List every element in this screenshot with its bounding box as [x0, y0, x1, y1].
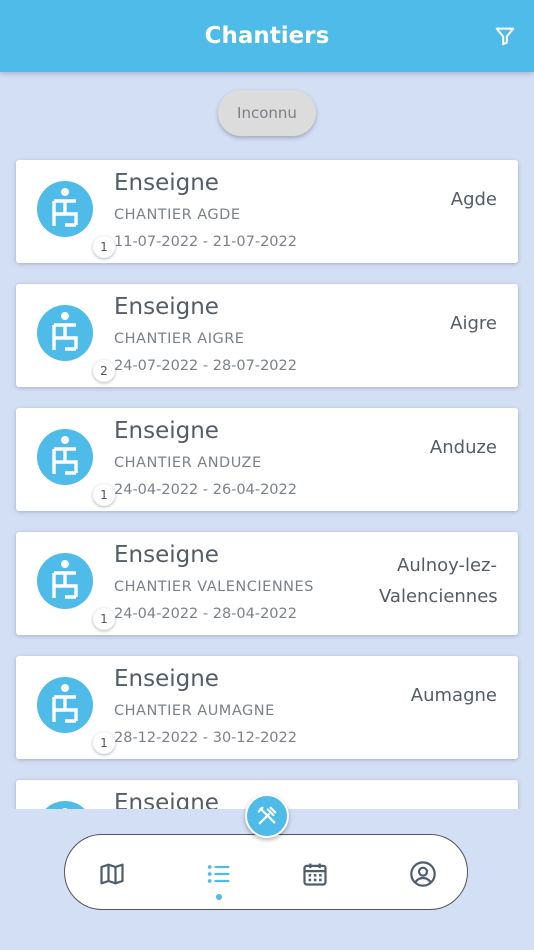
card-site-name: CHANTIER ANDUZE	[114, 455, 262, 471]
bottom-navigation	[64, 834, 468, 910]
list-icon[interactable]	[205, 860, 233, 888]
site-plan-icon	[52, 436, 78, 475]
filter-icon[interactable]	[494, 25, 516, 47]
chantier-card[interactable]: 2 Enseigne CHANTIER AIGRE 24-07-2022 - 2…	[16, 284, 518, 387]
site-count-badge: 1	[93, 732, 115, 754]
page-title: Chantiers	[204, 23, 330, 49]
card-site-name: CHANTIER VALENCIENNES	[114, 579, 314, 595]
card-city: Aumagne	[410, 685, 497, 706]
card-title: Enseigne	[114, 170, 219, 196]
card-title: Enseigne	[114, 790, 219, 809]
site-avatar	[37, 801, 93, 809]
site-plan-icon	[52, 560, 78, 599]
card-city: Anduze	[429, 437, 497, 458]
card-city: Aigre	[450, 313, 497, 334]
site-plan-icon	[52, 188, 78, 227]
card-dates: 24-04-2022 - 28-04-2022	[114, 606, 297, 622]
card-site-name: CHANTIER AIGRE	[114, 331, 245, 347]
chantier-card[interactable]: 1 Enseigne CHANTIER VALENCIENNES 24-04-2…	[16, 532, 518, 635]
card-dates: 24-07-2022 - 28-07-2022	[114, 358, 297, 374]
card-title: Enseigne	[114, 542, 219, 568]
site-avatar: 2	[37, 305, 115, 382]
site-avatar: 1	[37, 429, 115, 506]
site-avatar: 1	[37, 181, 115, 258]
card-city: Agde	[450, 189, 497, 210]
card-site-name: CHANTIER AGDE	[114, 207, 241, 223]
card-dates: 24-04-2022 - 26-04-2022	[114, 482, 297, 498]
calendar-icon[interactable]	[301, 860, 329, 888]
card-dates: 11-07-2022 - 21-07-2022	[114, 234, 297, 250]
site-count-badge: 1	[93, 484, 115, 506]
site-plan-icon	[52, 312, 78, 351]
chantier-card[interactable]: 1 Enseigne CHANTIER AUMAGNE 28-12-2022 -…	[16, 656, 518, 759]
card-site-name: CHANTIER AUMAGNE	[114, 703, 275, 719]
site-count-badge: 2	[93, 360, 115, 382]
site-avatar: 1	[37, 553, 115, 630]
app-header: Chantiers	[0, 0, 534, 72]
chantier-card[interactable]: 1 Enseigne CHANTIER AGDE 11-07-2022 - 21…	[16, 160, 518, 263]
card-title: Enseigne	[114, 294, 219, 320]
tools-button[interactable]	[245, 794, 289, 838]
chantier-card[interactable]: 1 Enseigne CHANTIER ANDUZE 24-04-2022 - …	[16, 408, 518, 511]
site-plan-icon	[52, 684, 78, 723]
chantier-list[interactable]: 1 Enseigne CHANTIER AGDE 11-07-2022 - 21…	[0, 148, 534, 809]
card-title: Enseigne	[114, 666, 219, 692]
site-count-badge: 1	[93, 608, 115, 630]
card-city: Aulnoy-lez-Valenciennes	[379, 555, 498, 607]
card-title: Enseigne	[114, 418, 219, 444]
tools-icon	[257, 806, 277, 825]
map-icon[interactable]	[98, 860, 126, 888]
site-avatar: 1	[37, 677, 115, 754]
site-count-badge: 1	[93, 236, 115, 258]
account-icon[interactable]	[409, 860, 437, 888]
site-plan-icon	[62, 808, 68, 809]
active-tab-indicator	[216, 894, 222, 900]
card-dates: 28-12-2022 - 30-12-2022	[114, 730, 297, 746]
filter-chip[interactable]: Inconnu	[218, 90, 316, 136]
